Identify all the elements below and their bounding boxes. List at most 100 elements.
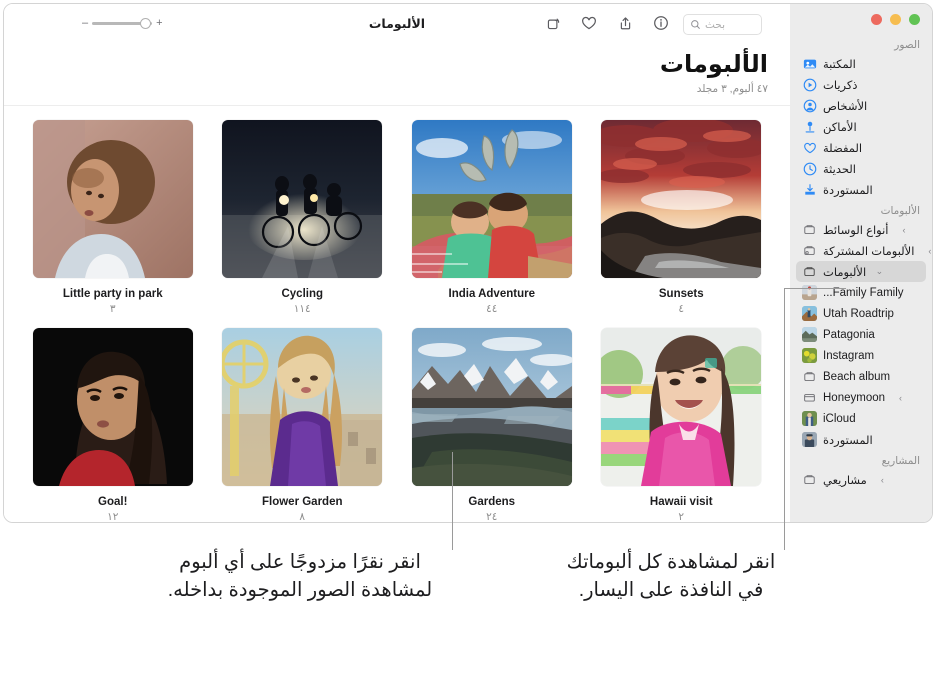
callout-leader-right-horizontal	[784, 288, 846, 289]
album-count: ٤٤	[486, 303, 498, 315]
callout-left-text: انقر نقرًا مزدوجًا على أي ألبوم لمشاهدة …	[167, 551, 433, 602]
callout-right-text: انقر لمشاهدة كل ألبوماتك في النافذة على …	[566, 551, 776, 602]
memories-icon	[802, 77, 817, 92]
album-count: ١١٤	[293, 303, 311, 315]
album-count: ٣	[109, 303, 116, 315]
album-count: ٨	[299, 511, 306, 523]
zoom-in-label[interactable]: +	[156, 18, 162, 29]
sidebar-item-icloud[interactable]: iCloud	[796, 408, 926, 429]
chevron-right-icon[interactable]: ›	[873, 475, 884, 485]
sidebar-section-albums-label: الألبومات	[880, 205, 920, 217]
chevron-right-icon[interactable]: ›	[891, 393, 902, 403]
album-thumbnail[interactable]	[32, 328, 193, 486]
sidebar-item-label: Beach album	[823, 370, 891, 383]
window-controls	[790, 4, 932, 34]
shared-folder-icon	[802, 243, 817, 258]
heart-icon	[802, 140, 817, 155]
album-card[interactable]: Cycling ١١٤	[208, 120, 398, 328]
album-thumbnail[interactable]	[601, 120, 762, 278]
sidebar-item-label: Honeymoon	[823, 391, 886, 404]
sidebar-item-my-projects[interactable]: مشاريعي ›	[796, 469, 926, 490]
sidebar-item-shared-albums[interactable]: الألبومات المشتركة ›	[796, 240, 931, 261]
minimize-window-button[interactable]	[890, 13, 901, 25]
album-thumbnail[interactable]	[222, 328, 383, 486]
album-card[interactable]: Sunsets ٤	[587, 120, 777, 328]
album-count: ٢	[678, 511, 685, 523]
sidebar-item-label: Instagram	[823, 349, 875, 362]
sidebar-item-label: الألبومات المشتركة	[823, 245, 915, 258]
album-card[interactable]: India Adventure ٤٤	[397, 120, 587, 328]
sidebar-item-albums[interactable]: الألبومات ⌄	[796, 261, 926, 282]
album-icon	[802, 369, 817, 384]
sidebar-item-label: مشاريعي	[823, 474, 867, 487]
chevron-right-icon[interactable]: ›	[895, 225, 906, 235]
album-thumbnail	[802, 432, 817, 447]
sidebar-item-media-types[interactable]: أنواع الوسائط ›	[796, 219, 926, 240]
album-name: Cycling	[281, 288, 324, 300]
sidebar-item-label: الحديثة	[823, 163, 856, 176]
album-count: ٤	[678, 303, 685, 315]
zoom-window-button[interactable]	[909, 13, 920, 25]
sidebar-item-label: الأشخاص	[823, 100, 868, 113]
sidebar-item-family-family[interactable]: Family Family...	[796, 282, 926, 303]
album-name: Sunsets	[658, 288, 704, 300]
album-thumbnail[interactable]	[601, 328, 762, 486]
sidebar-item-library[interactable]: المكتبة	[796, 53, 926, 74]
sidebar-item-label: المستوردة	[823, 184, 873, 197]
zoom-knob[interactable]	[140, 18, 152, 29]
album-thumbnail	[802, 411, 817, 426]
album-thumbnail[interactable]	[411, 328, 572, 486]
sidebar-item-honeymoon[interactable]: Honeymoon ›	[796, 387, 926, 408]
zoom-out-label[interactable]: –	[82, 18, 88, 29]
sidebar-item-patagonia[interactable]: Patagonia	[796, 324, 926, 345]
chevron-right-icon[interactable]: ›	[920, 246, 931, 256]
zoom-track[interactable]	[92, 18, 153, 29]
sidebar-section-photos-label: الصور	[894, 39, 920, 51]
album-thumbnail	[802, 327, 817, 342]
sidebar-item-label: iCloud	[823, 412, 856, 425]
sidebar-item-people[interactable]: الأشخاص	[796, 95, 926, 116]
album-card[interactable]: Flower Garden ٨	[208, 328, 398, 523]
album-count: ٢٤	[486, 511, 498, 523]
album-name: Hawaii visit	[649, 496, 713, 508]
sidebar-item-favorites[interactable]: المفضلة	[796, 137, 926, 158]
album-thumbnail[interactable]	[411, 120, 572, 278]
album-thumbnail	[802, 348, 817, 363]
library-icon	[802, 56, 817, 71]
page-header: الألبومات ٤٧ ألبوم, ٣ مجلد	[4, 46, 790, 106]
chevron-down-icon[interactable]: ⌄	[872, 266, 884, 277]
callout-leader-right-vertical	[784, 288, 785, 550]
album-name: India Adventure	[448, 288, 535, 300]
album-card[interactable]: Little party in park ٣	[18, 120, 208, 328]
album-thumbnail[interactable]	[32, 120, 193, 278]
albums-grid: Little party in park ٣ Cycling ١١٤ India…	[4, 106, 790, 523]
sidebar-item-places[interactable]: الأماكن	[796, 116, 926, 137]
sidebar-item-recents[interactable]: الحديثة	[796, 158, 926, 179]
album-thumbnail	[802, 306, 817, 321]
sidebar-item-imported-album[interactable]: المستوردة	[796, 429, 926, 450]
album-thumbnail[interactable]	[222, 120, 383, 278]
sidebar-item-label: المكتبة	[823, 58, 856, 71]
sidebar-item-label: ذكريات	[823, 79, 858, 92]
sidebar-item-beach-album[interactable]: Beach album	[796, 366, 926, 387]
album-card[interactable]: Gardens ٢٤	[397, 328, 587, 523]
album-card[interactable]: Hawaii visit ٢	[587, 328, 777, 523]
photos-window: الصور المكتبة ذكريات الأشخاص الأماكن الم…	[3, 3, 933, 523]
album-card[interactable]: Goal! ١٢	[18, 328, 208, 522]
clock-icon	[802, 161, 817, 176]
album-name: Gardens	[468, 496, 516, 508]
sidebar-item-label: الأماكن	[823, 121, 857, 134]
folder-icon	[802, 472, 817, 487]
sidebar-item-imports[interactable]: المستوردة	[796, 179, 926, 200]
close-window-button[interactable]	[871, 13, 882, 25]
sidebar-item-memories[interactable]: ذكريات	[796, 74, 926, 95]
sidebar-item-instagram[interactable]: Instagram	[796, 345, 926, 366]
sidebar-item-utah-roadtrip[interactable]: Utah Roadtrip	[796, 303, 926, 324]
album-name: Flower Garden	[261, 496, 343, 508]
content-pane: بحث الألبومات + – الألبومات ٤٧ ألبوم, ٣ …	[4, 4, 790, 522]
places-icon	[802, 119, 817, 134]
toolbar: بحث الألبومات + –	[4, 4, 790, 46]
zoom-slider[interactable]: + –	[82, 18, 163, 29]
page-subtitle: ٤٧ ألبوم, ٣ مجلد	[696, 83, 768, 95]
page-title: الألبومات	[659, 51, 768, 78]
